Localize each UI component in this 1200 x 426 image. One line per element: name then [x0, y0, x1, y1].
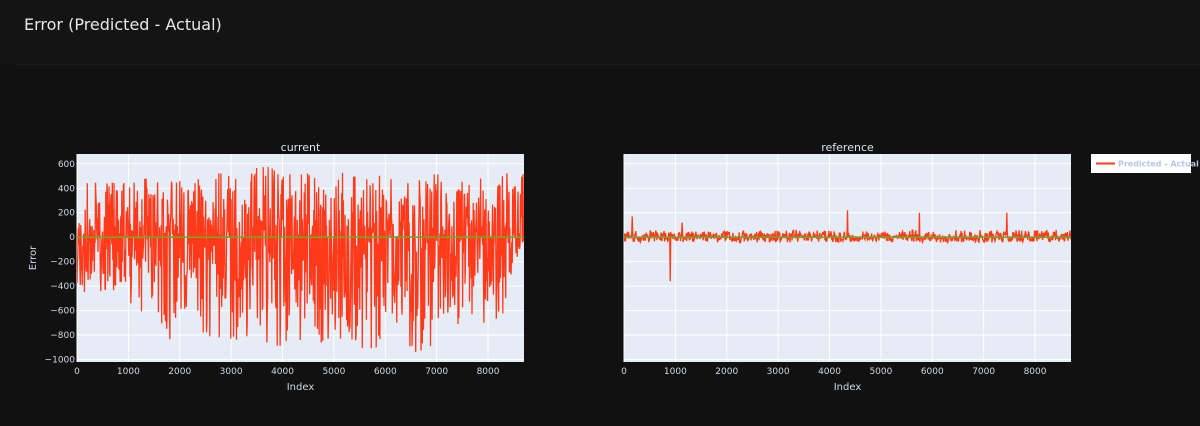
x-tick-label: 6000	[921, 367, 944, 377]
x-tick-label: 8000	[477, 367, 500, 377]
x-tick-label: 1000	[117, 367, 140, 377]
y-tick-label: 200	[58, 209, 75, 219]
x-tick-label: 2000	[715, 367, 738, 377]
y-tick-label: 0	[69, 233, 75, 243]
subplot-title: current	[281, 141, 321, 154]
x-tick-label: 5000	[322, 367, 345, 377]
x-tick-label: 3000	[220, 367, 243, 377]
x-tick-label: 7000	[972, 367, 995, 377]
y-tick-label: −1000	[45, 356, 76, 366]
x-tick-label: 6000	[374, 367, 397, 377]
x-tick-label: 4000	[271, 367, 294, 377]
x-tick-label: 7000	[425, 367, 448, 377]
y-tick-label: −400	[50, 282, 75, 292]
chart-panel-reference: 0 1000 2000 3000 4000 5000 6000 7000 8000 referen…	[621, 141, 1071, 393]
plot-area	[624, 154, 1071, 362]
x-tick-label: 8000	[1024, 367, 1047, 377]
subplot-title: reference	[821, 141, 874, 154]
y-tick-label: 600	[58, 160, 75, 170]
y-tick-label: −800	[50, 331, 75, 341]
y-tick-label: −200	[50, 258, 75, 268]
legend-label: Predicted - Actual	[1118, 160, 1199, 169]
x-tick-label: 5000	[869, 367, 892, 377]
y-tick-label: −600	[50, 307, 75, 317]
x-tick-label: 3000	[767, 367, 790, 377]
legend: Predicted - Actual	[1091, 154, 1199, 173]
error-chart: 0 1000 2000 3000 4000 5000 6000 7000 8000−1000−8…	[28, 141, 1199, 393]
y-tick-label: 400	[58, 184, 75, 194]
x-tick-label: 0	[74, 367, 80, 377]
y-axis-title: Error	[28, 245, 39, 270]
x-axis-title: Index	[287, 382, 315, 393]
chart-panel-current: 0 1000 2000 3000 4000 5000 6000 7000 8000−1000−8…	[28, 141, 524, 393]
x-tick-label: 4000	[818, 367, 841, 377]
x-tick-label: 2000	[168, 367, 191, 377]
x-tick-label: 0	[621, 367, 627, 377]
x-tick-label: 1000	[664, 367, 687, 377]
x-axis-title: Index	[834, 382, 862, 393]
